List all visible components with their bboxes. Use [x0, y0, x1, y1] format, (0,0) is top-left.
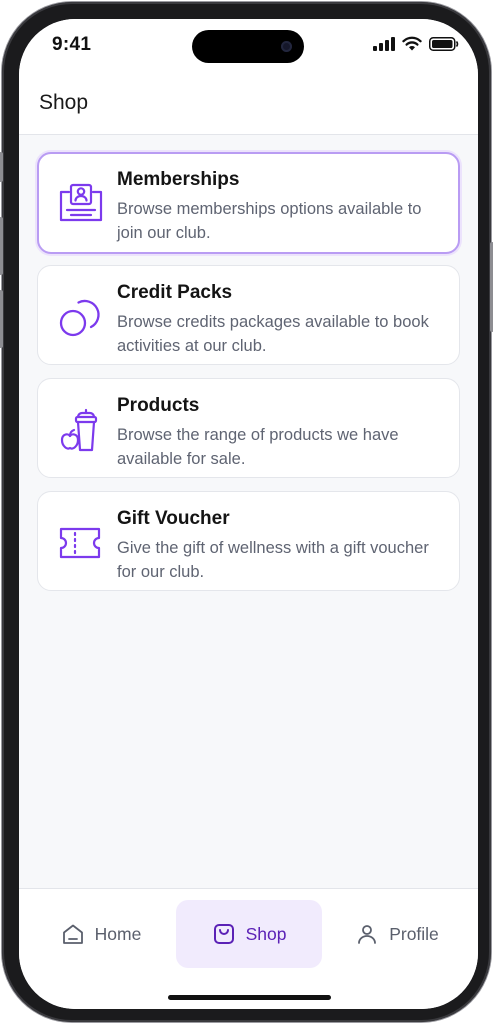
screen: 9:41 Shop Memberships Browse memberships… — [19, 19, 478, 1009]
ticket-icon — [56, 519, 104, 567]
nav-profile-label: Profile — [389, 923, 439, 944]
bottom-nav: Home Shop Profile — [19, 888, 478, 1009]
nav-profile[interactable]: Profile — [327, 900, 467, 968]
card-title: Memberships — [117, 169, 240, 190]
card-title: Credit Packs — [117, 282, 233, 303]
nav-shop-label: Shop — [245, 923, 287, 944]
action-button — [0, 152, 3, 182]
card-description: Browse memberships options available to … — [117, 200, 422, 242]
coins-icon — [56, 293, 104, 341]
user-icon — [358, 925, 377, 944]
dynamic-island — [192, 30, 304, 63]
nav-shop[interactable]: Shop — [176, 900, 322, 968]
nav-home-label: Home — [94, 923, 142, 944]
memberships-card[interactable]: Memberships Browse memberships options a… — [37, 152, 460, 254]
volume-up-button — [0, 217, 3, 275]
cellular-signal-icon — [373, 36, 395, 51]
gift-voucher-card[interactable]: Gift Voucher Give the gift of wellness w… — [37, 491, 460, 591]
volume-down-button — [0, 290, 3, 348]
shop-category-list: Memberships Browse memberships options a… — [37, 152, 460, 604]
products-card[interactable]: Products Browse the range of products we… — [37, 378, 460, 478]
card-description: Browse credits packages available to boo… — [117, 313, 429, 355]
battery-icon — [429, 36, 459, 51]
membership-card-icon — [57, 181, 105, 229]
camera-lens — [281, 41, 292, 52]
system-icons — [373, 36, 459, 51]
card-title: Products — [117, 395, 200, 416]
nav-home[interactable]: Home — [31, 900, 171, 968]
card-description: Browse the range of products we have ava… — [117, 426, 399, 468]
home-icon — [62, 924, 83, 944]
wifi-icon — [402, 36, 422, 51]
shopping-bag-icon — [213, 924, 234, 944]
app-header: Shop — [19, 79, 478, 135]
credit-packs-card[interactable]: Credit Packs Browse credits packages ava… — [37, 265, 460, 365]
page-title: Shop — [39, 91, 89, 114]
card-description: Give the gift of wellness with a gift vo… — [117, 539, 429, 581]
status-bar: 9:41 — [19, 19, 478, 79]
card-title: Gift Voucher — [117, 508, 230, 529]
products-icon — [56, 406, 104, 454]
home-indicator — [168, 995, 331, 1000]
status-time: 9:41 — [52, 34, 92, 55]
phone-frame: 9:41 Shop Memberships Browse memberships… — [0, 2, 493, 1022]
